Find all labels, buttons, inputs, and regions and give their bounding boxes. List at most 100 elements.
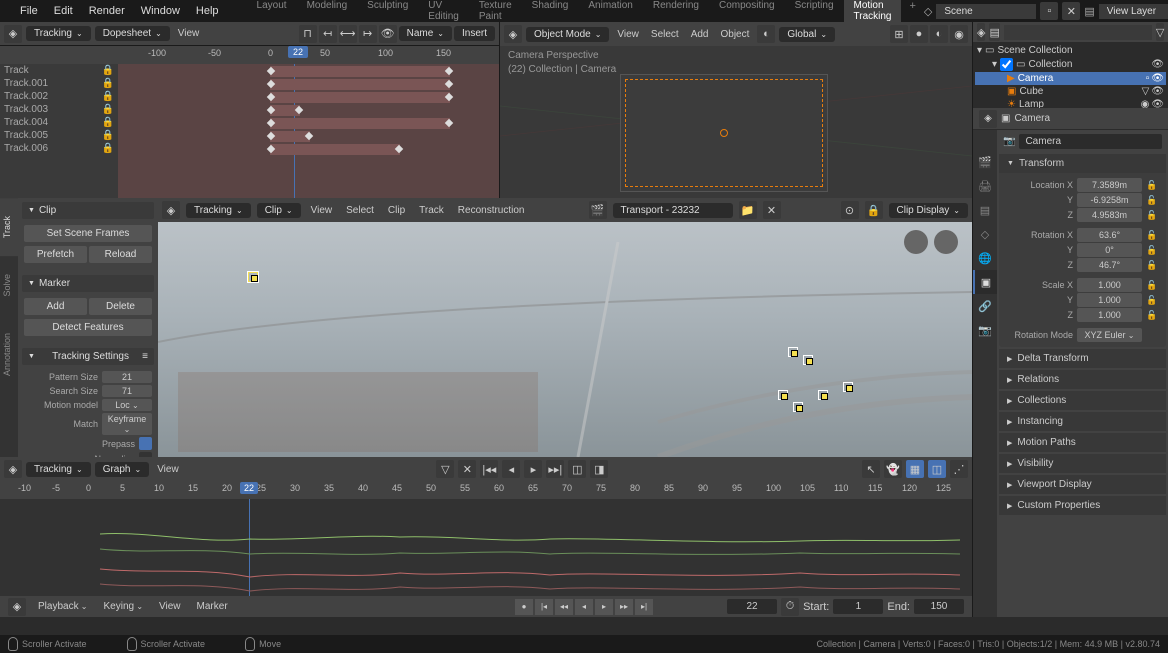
track-row[interactable]: Track🔒	[0, 64, 118, 77]
transform-panel-header[interactable]: Transform	[999, 154, 1166, 173]
graph-view-menu[interactable]: View	[153, 464, 183, 475]
panel-clip-header[interactable]: Clip	[22, 202, 154, 219]
lock-icon[interactable]: 🔒	[102, 65, 114, 76]
dopesheet-submode-dropdown[interactable]: Dopesheet	[95, 26, 170, 41]
prop-tab-scene[interactable]: ◇	[973, 222, 997, 246]
lock-icon[interactable]: 🔓	[1146, 230, 1160, 241]
marker-left-icon[interactable]: ↤	[319, 25, 337, 43]
panel-collections[interactable]: Collections	[999, 391, 1166, 410]
lock-icon[interactable]: 🔓	[1146, 260, 1160, 271]
menu-window[interactable]: Window	[133, 5, 188, 17]
markers-jump-start-icon[interactable]: |◂◂	[480, 460, 498, 478]
tree-item-camera[interactable]: ▶ Camera ▫👁	[975, 72, 1166, 85]
eye-icon[interactable]: 👁	[1151, 59, 1164, 70]
markers-prev-icon[interactable]: ◂	[502, 460, 520, 478]
jump-start-button[interactable]: |◂	[535, 599, 553, 615]
prop-tab-constraints[interactable]: 🔗	[973, 294, 997, 318]
clip-name-field[interactable]: Transport - 23232	[613, 203, 733, 218]
scene-new-icon[interactable]: ▫	[1040, 2, 1058, 20]
prop-tab-render[interactable]: 🎬	[973, 150, 997, 174]
rotation-z-field[interactable]: 46.7°	[1077, 258, 1142, 272]
graph-show-icon[interactable]: ◫	[568, 460, 586, 478]
playhead-frame[interactable]: 22	[240, 482, 258, 494]
chevron-down-icon[interactable]: ▾	[992, 59, 997, 70]
tracking-presets-icon[interactable]: ≡	[142, 351, 148, 362]
track-row[interactable]: Track.006🔒	[0, 142, 118, 155]
markers-next-icon[interactable]: ▸	[524, 460, 542, 478]
reload-button[interactable]: Reload	[89, 246, 152, 263]
scene-name-field[interactable]	[936, 4, 1036, 19]
timeline-view-menu[interactable]: View	[155, 601, 185, 612]
vp-select-menu[interactable]: Select	[647, 29, 683, 40]
clip-view-menu[interactable]: View	[307, 205, 337, 216]
editor-type-icon[interactable]: ◈	[162, 201, 180, 219]
graph-ruler[interactable]: -10-505101520253035404550556065707580859…	[0, 481, 972, 499]
current-frame-field[interactable]: 22	[727, 599, 777, 614]
graph-canvas[interactable]	[0, 499, 972, 596]
editor-type-icon[interactable]: ◈	[504, 25, 522, 43]
eye-icon[interactable]: 👁	[1151, 73, 1164, 84]
location-x-field[interactable]: 7.3589m	[1077, 178, 1142, 192]
panel-viewport-display[interactable]: Viewport Display	[999, 475, 1166, 494]
panel-relations[interactable]: Relations	[999, 370, 1166, 389]
editor-type-icon[interactable]: ◈	[977, 23, 985, 41]
playhead-frame[interactable]: 22	[288, 46, 308, 58]
lock-icon[interactable]: 🔒	[102, 104, 114, 115]
autokey-icon[interactable]: ●	[515, 599, 533, 615]
graph-show2-icon[interactable]: ◨	[590, 460, 608, 478]
lock-icon[interactable]: 🔒	[102, 130, 114, 141]
lock-icon[interactable]: 🔓	[1146, 195, 1160, 206]
lock-icon[interactable]: 🔒	[102, 117, 114, 128]
tracking-marker[interactable]	[843, 382, 853, 392]
orient-icon[interactable]: ◐	[757, 25, 775, 43]
scale-z-field[interactable]: 1.000	[1077, 308, 1142, 322]
outliner-filter-icon[interactable]: ▽	[1156, 23, 1164, 41]
scale-y-field[interactable]: 1.000	[1077, 293, 1142, 307]
menu-render[interactable]: Render	[81, 5, 133, 17]
track-row[interactable]: Track.001🔒	[0, 77, 118, 90]
lock-icon[interactable]: 🔒	[102, 78, 114, 89]
graph-hidden-icon[interactable]: ◫	[928, 460, 946, 478]
graph-mode-dropdown[interactable]: Tracking	[26, 462, 91, 477]
track-row[interactable]: Track.002🔒	[0, 90, 118, 103]
lock-icon[interactable]: 🔓	[1146, 310, 1160, 321]
panel-marker-header[interactable]: Marker	[22, 275, 154, 292]
clip-track-menu[interactable]: Track	[415, 205, 448, 216]
tracking-marker[interactable]	[778, 390, 788, 400]
sort-method-dropdown[interactable]: Name	[399, 26, 452, 41]
tracking-marker[interactable]	[803, 355, 813, 365]
panel-tracking-header[interactable]: Tracking Settings ≡	[22, 348, 154, 365]
motion-model-dropdown[interactable]: Loc	[102, 399, 152, 411]
lock-icon[interactable]: 🔓	[1146, 280, 1160, 291]
rotation-y-field[interactable]: 0°	[1077, 243, 1142, 257]
marker-both-icon[interactable]: ⟷	[339, 25, 357, 43]
tracking-marker[interactable]	[248, 272, 258, 282]
dopesheet-mode-dropdown[interactable]: Tracking	[26, 26, 91, 41]
prop-tab-data[interactable]: 📷	[973, 318, 997, 342]
jump-end-button[interactable]: ▸|	[635, 599, 653, 615]
clip-canvas[interactable]	[158, 222, 972, 457]
start-frame-field[interactable]: 1	[833, 599, 883, 614]
ghost2-icon[interactable]: 👻	[884, 460, 902, 478]
lock-icon[interactable]: 🔒	[102, 143, 114, 154]
menu-edit[interactable]: Edit	[46, 5, 81, 17]
viewport-canvas[interactable]: Camera Perspective (22) Collection | Cam…	[500, 46, 972, 198]
track-row[interactable]: Track.005🔒	[0, 129, 118, 142]
scene-delete-icon[interactable]: ✕	[1062, 2, 1080, 20]
outliner-display-icon[interactable]: ▤	[989, 23, 999, 41]
detect-features-button[interactable]: Detect Features	[24, 319, 152, 336]
collection-checkbox[interactable]	[1000, 58, 1013, 71]
vp-add-menu[interactable]: Add	[687, 29, 713, 40]
location-z-field[interactable]: 4.9583m	[1077, 208, 1142, 222]
vp-object-menu[interactable]: Object	[717, 29, 754, 40]
tracking-marker[interactable]	[793, 402, 803, 412]
marker-right-icon[interactable]: ↦	[359, 25, 377, 43]
object-name-field[interactable]: Camera	[1019, 134, 1162, 149]
viewlayer-name-field[interactable]	[1099, 4, 1168, 19]
tracking-marker[interactable]	[818, 390, 828, 400]
lock-icon[interactable]: 🔓	[1146, 210, 1160, 221]
side-tab-annotation[interactable]: Annotation	[0, 315, 18, 394]
insert-toggle[interactable]: Insert	[454, 26, 495, 41]
tree-item-cube[interactable]: ▣ Cube ▽👁	[975, 85, 1166, 98]
clip-display-dropdown[interactable]: Clip Display	[889, 203, 969, 218]
